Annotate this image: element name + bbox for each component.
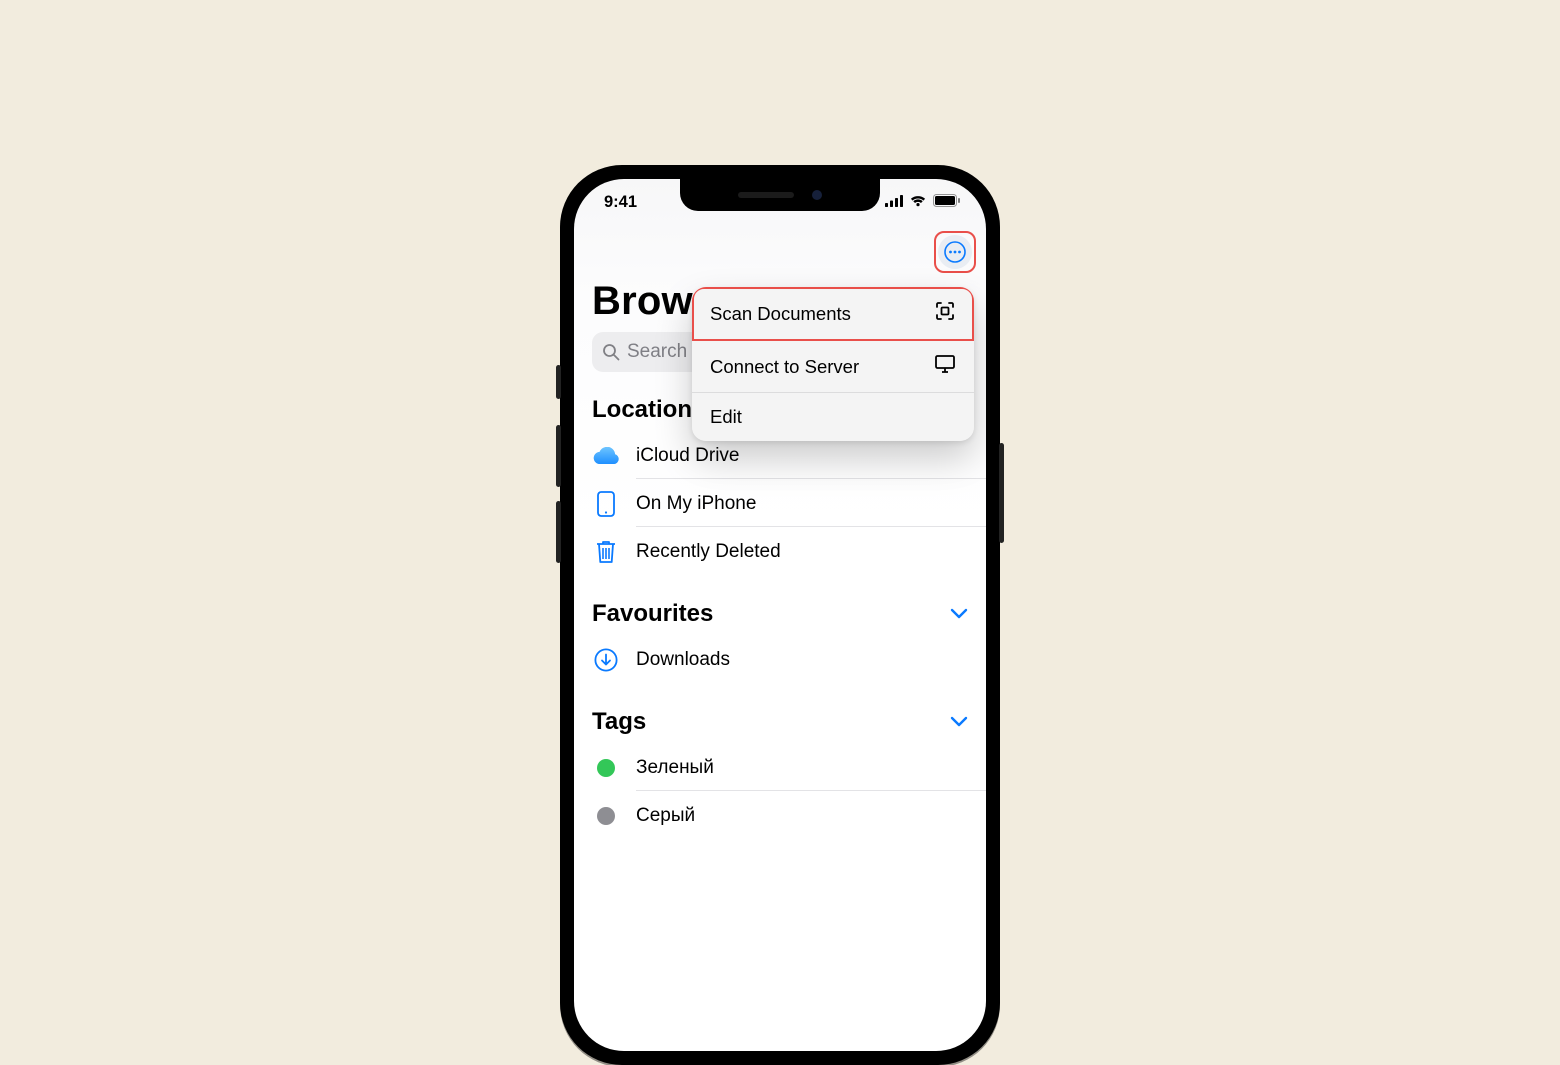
more-button-highlight <box>934 231 976 273</box>
front-camera <box>812 190 822 200</box>
status-time: 9:41 <box>604 193 637 212</box>
tag-label: Зеленый <box>636 746 986 791</box>
location-item-onmyiphone[interactable]: On My iPhone <box>592 480 986 528</box>
location-label: Recently Deleted <box>636 530 986 574</box>
wifi-icon <box>909 193 927 212</box>
iphone-icon <box>592 491 620 517</box>
volume-up-button <box>556 425 561 487</box>
favourites-list: Downloads <box>574 636 986 684</box>
favourite-item-downloads[interactable]: Downloads <box>592 636 986 684</box>
menu-item-connect-server[interactable]: Connect to Server <box>692 341 974 393</box>
chevron-down-icon <box>950 608 968 620</box>
menu-item-edit[interactable]: Edit <box>692 393 974 441</box>
tag-item-green[interactable]: Зеленый <box>592 744 986 792</box>
icloud-icon <box>592 446 620 466</box>
battery-icon <box>933 193 960 212</box>
more-button[interactable] <box>938 235 972 269</box>
screen: 9:41 <box>574 179 986 1051</box>
tag-color-icon <box>592 807 620 825</box>
phone-frame: 9:41 <box>560 165 1000 1065</box>
tag-dot <box>597 807 615 825</box>
search-icon <box>602 343 620 361</box>
volume-down-button <box>556 501 561 563</box>
locations-title: Locations <box>592 396 705 424</box>
scan-icon <box>934 300 956 327</box>
more-menu: Scan Documents Connect to Server Edit <box>692 287 974 441</box>
tags-title: Tags <box>592 708 646 736</box>
speaker <box>738 192 794 198</box>
location-label: On My iPhone <box>636 482 986 527</box>
search-placeholder: Search <box>627 341 687 363</box>
favourite-label: Downloads <box>636 638 986 682</box>
power-button <box>999 443 1004 543</box>
favourites-header[interactable]: Favourites <box>574 576 986 636</box>
tag-color-icon <box>592 759 620 777</box>
notch <box>680 179 880 211</box>
menu-item-label: Edit <box>710 406 742 428</box>
chevron-down-icon <box>950 716 968 728</box>
tag-label: Серый <box>636 794 986 838</box>
tags-header[interactable]: Tags <box>574 684 986 744</box>
menu-item-label: Connect to Server <box>710 356 859 378</box>
mute-switch <box>556 365 561 399</box>
locations-list: iCloud Drive On My iPhone Recently Delet… <box>574 432 986 576</box>
favourites-title: Favourites <box>592 600 713 628</box>
tags-list: Зеленый Серый <box>574 744 986 840</box>
menu-item-label: Scan Documents <box>710 303 851 325</box>
navigation-bar <box>574 225 986 279</box>
tag-item-grey[interactable]: Серый <box>592 792 986 840</box>
trash-icon <box>592 539 620 565</box>
menu-item-scan-documents[interactable]: Scan Documents <box>692 287 974 341</box>
location-item-recentlydeleted[interactable]: Recently Deleted <box>592 528 986 576</box>
monitor-icon <box>934 354 956 379</box>
cellular-icon <box>885 193 903 212</box>
tag-dot <box>597 759 615 777</box>
download-circle-icon <box>592 648 620 672</box>
